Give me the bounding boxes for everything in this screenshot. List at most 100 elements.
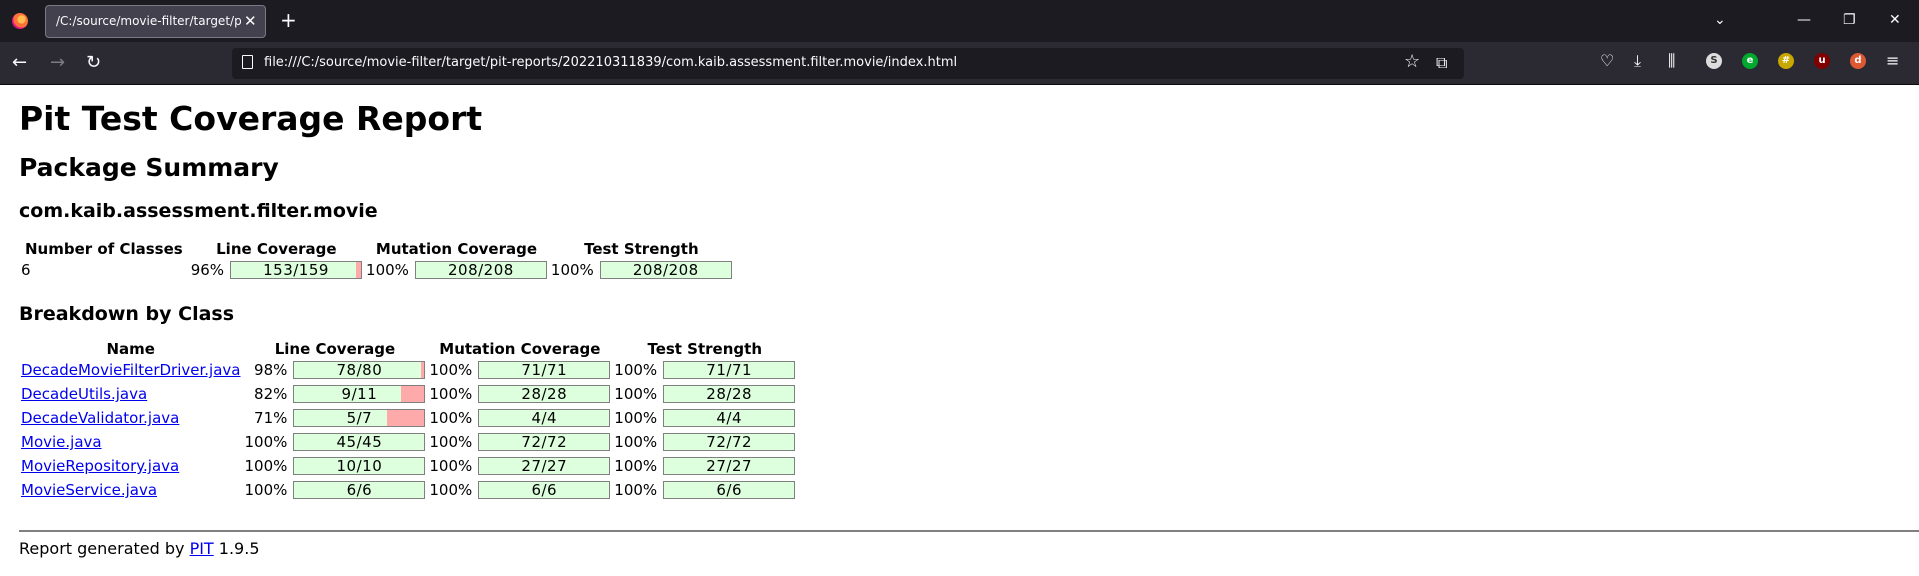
- mutation-coverage-pct: 100%: [429, 385, 473, 403]
- mutation-coverage-text: 27/27: [521, 457, 568, 475]
- minimize-icon[interactable]: —: [1797, 10, 1811, 30]
- mutation-coverage-pct: 100%: [429, 457, 473, 475]
- mutation-coverage-pct: 100%: [429, 481, 473, 499]
- section-title: Package Summary: [19, 153, 279, 182]
- breakdown-title: Breakdown by Class: [19, 303, 235, 325]
- table-row: DecadeValidator.java 71% 5/7 100% 4/4 10…: [19, 406, 797, 430]
- test-strength-bar: 72/72: [663, 433, 796, 451]
- header-test-strength: Test Strength: [647, 340, 762, 358]
- page-icon: [242, 55, 253, 69]
- line-coverage-text: 10/10: [336, 457, 383, 475]
- class-link[interactable]: DecadeUtils.java: [21, 385, 147, 403]
- class-link[interactable]: MovieService.java: [21, 481, 157, 499]
- test-strength-bar: 6/6: [663, 481, 796, 499]
- browser-tab[interactable]: /C:/source/movie-filter/target/pit-r ✕: [45, 5, 266, 38]
- back-icon[interactable]: ←: [12, 52, 27, 74]
- mutation-coverage-bar: 71/71: [478, 361, 611, 379]
- mutation-coverage-bar: 28/28: [478, 385, 611, 403]
- test-strength-pct: 100%: [550, 261, 594, 279]
- line-coverage-bar: 78/80: [293, 361, 426, 379]
- test-strength-pct: 100%: [614, 481, 658, 499]
- class-link[interactable]: DecadeMovieFilterDriver.java: [21, 361, 241, 379]
- summary-table: Number of Classes Line Coverage Mutation…: [19, 240, 734, 282]
- evernote-icon[interactable]: e: [1742, 53, 1758, 69]
- page-title: Pit Test Coverage Report: [19, 99, 483, 138]
- header-mutation-coverage: Mutation Coverage: [375, 240, 538, 258]
- line-coverage-bar: 6/6: [293, 481, 426, 499]
- close-tab-icon[interactable]: ✕: [244, 11, 257, 31]
- mutation-coverage-text: 208/208: [448, 261, 514, 279]
- line-coverage-pct: 100%: [244, 457, 288, 475]
- line-coverage-text: 153/159: [263, 261, 329, 279]
- reload-icon[interactable]: ↻: [86, 52, 101, 74]
- breakdown-table: Name Line Coverage Mutation Coverage Tes…: [19, 340, 797, 502]
- url-text[interactable]: file:///C:/source/movie-filter/target/pi…: [264, 55, 957, 70]
- table-row: DecadeUtils.java 82% 9/11 100% 28/28 100…: [19, 382, 797, 406]
- line-coverage-text: 9/11: [341, 385, 378, 403]
- class-count: 6: [21, 261, 31, 279]
- tab-bar: /C:/source/movie-filter/target/pit-r ✕ +…: [0, 0, 1919, 42]
- test-strength-text: 71/71: [706, 361, 753, 379]
- list-all-tabs-icon[interactable]: ⌄: [1714, 10, 1726, 30]
- header-number-of-classes: Number of Classes: [25, 240, 183, 258]
- extension-s-icon[interactable]: S: [1706, 53, 1722, 69]
- class-link[interactable]: Movie.java: [21, 433, 102, 451]
- library-icon[interactable]: ⫼: [1668, 52, 1675, 70]
- package-name: com.kaib.assessment.filter.movie: [19, 200, 378, 222]
- tab-title: /C:/source/movie-filter/target/pit-r: [56, 14, 241, 28]
- footer-version: 1.9.5: [213, 539, 260, 558]
- mutation-coverage-bar: 6/6: [478, 481, 611, 499]
- new-tab-icon[interactable]: +: [280, 8, 297, 32]
- test-strength-bar: 28/28: [663, 385, 796, 403]
- table-row: DecadeMovieFilterDriver.java 98% 78/80 1…: [19, 358, 797, 382]
- mutation-coverage-pct: 100%: [429, 409, 473, 427]
- test-strength-bar: 27/27: [663, 457, 796, 475]
- mutation-coverage-text: 28/28: [521, 385, 568, 403]
- header-name: Name: [106, 340, 155, 358]
- pit-link[interactable]: PIT: [190, 539, 214, 558]
- url-bar[interactable]: file:///C:/source/movie-filter/target/pi…: [232, 48, 1464, 79]
- header-line-coverage: Line Coverage: [216, 240, 337, 258]
- line-coverage-pct: 82%: [254, 385, 288, 403]
- footer-divider: [19, 530, 1919, 532]
- table-row: MovieService.java 100% 6/6 100% 6/6 100%…: [19, 478, 797, 502]
- screenshot-icon[interactable]: ⧉: [1436, 53, 1447, 73]
- test-strength-bar: 4/4: [663, 409, 796, 427]
- footer: Report generated by PIT 1.9.5: [19, 539, 260, 558]
- line-coverage-pct: 98%: [254, 361, 288, 379]
- test-strength-text: 28/28: [706, 385, 753, 403]
- menu-icon[interactable]: ≡: [1886, 52, 1899, 70]
- test-strength-text: 6/6: [716, 481, 742, 499]
- duckduckgo-icon[interactable]: d: [1850, 53, 1866, 69]
- test-strength-pct: 100%: [614, 409, 658, 427]
- test-strength-text: 72/72: [706, 433, 753, 451]
- line-coverage-pct: 71%: [254, 409, 288, 427]
- firefox-logo-icon[interactable]: [12, 13, 28, 29]
- table-row: MovieRepository.java 100% 10/10 100% 27/…: [19, 454, 797, 478]
- window-close-icon[interactable]: ✕: [1889, 10, 1901, 30]
- mutation-coverage-text: 72/72: [521, 433, 568, 451]
- downloads-icon[interactable]: ⤓: [1634, 52, 1641, 70]
- line-coverage-text: 78/80: [336, 361, 383, 379]
- class-link[interactable]: DecadeValidator.java: [21, 409, 179, 427]
- mutation-coverage-pct: 100%: [366, 261, 409, 279]
- test-strength-pct: 100%: [614, 385, 658, 403]
- class-link[interactable]: MovieRepository.java: [21, 457, 179, 475]
- ublock-icon[interactable]: u: [1814, 53, 1830, 69]
- test-strength-text: 27/27: [706, 457, 753, 475]
- test-strength-text: 4/4: [716, 409, 742, 427]
- restore-icon[interactable]: ❐: [1843, 10, 1856, 30]
- pocket-icon[interactable]: ♡: [1600, 52, 1614, 70]
- bookmark-star-icon[interactable]: ☆: [1404, 51, 1420, 72]
- line-coverage-bar: 45/45: [293, 433, 426, 451]
- mutation-coverage-bar: 4/4: [478, 409, 611, 427]
- footer-prefix: Report generated by: [19, 539, 190, 558]
- test-strength-text: 208/208: [632, 261, 699, 279]
- mutation-coverage-pct: 100%: [429, 361, 473, 379]
- line-coverage-bar: 153/159: [230, 261, 363, 279]
- table-row: Movie.java 100% 45/45 100% 72/72 100% 72…: [19, 430, 797, 454]
- forward-icon[interactable]: →: [50, 52, 65, 74]
- extension-grid-icon[interactable]: #: [1778, 53, 1794, 69]
- line-coverage-bar: 9/11: [293, 385, 426, 403]
- mutation-coverage-bar: 208/208: [414, 261, 547, 279]
